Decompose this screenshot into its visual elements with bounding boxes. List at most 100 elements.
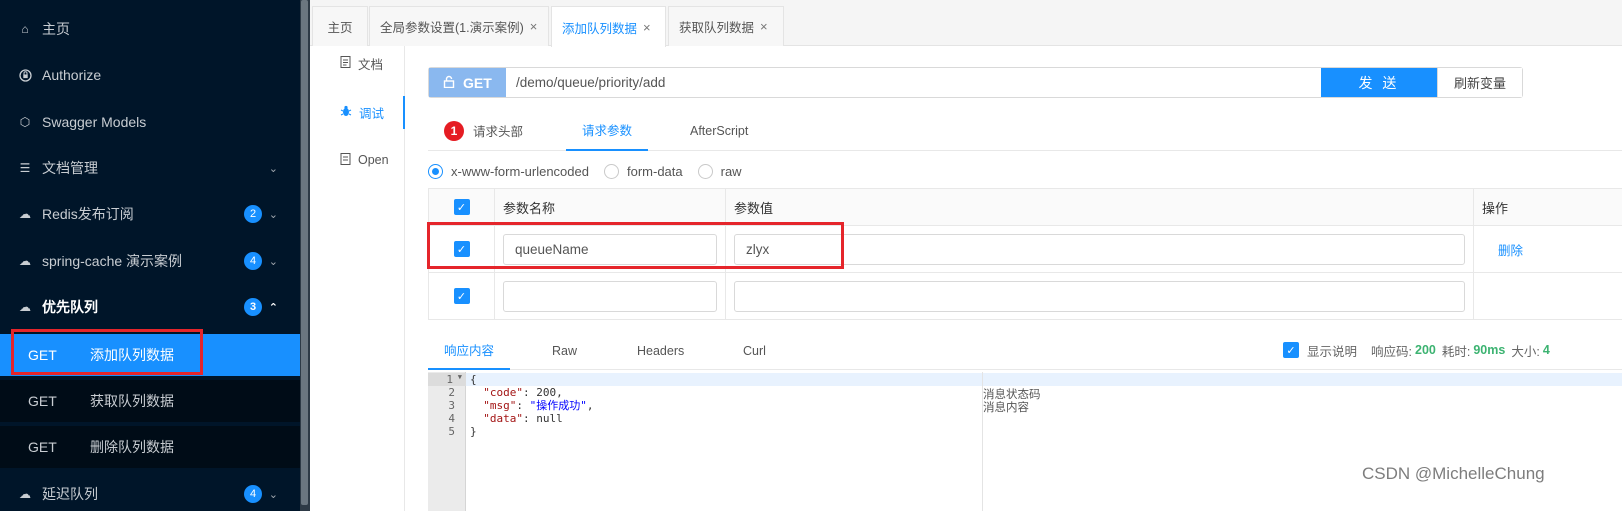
tab-after-script[interactable]: AfterScript	[690, 110, 748, 151]
open-icon	[340, 152, 351, 168]
sidebar-item-home[interactable]: ⌂ 主页	[0, 5, 300, 53]
subitem-label: 删除队列数据	[90, 439, 174, 455]
code-line: "code": 200,	[483, 386, 563, 399]
radio-raw[interactable]: raw	[697, 163, 742, 179]
refresh-variables-button[interactable]: 刷新变量	[1437, 68, 1522, 97]
cloud-icon: ☁	[19, 254, 31, 268]
tab-response-raw[interactable]: Raw	[552, 331, 577, 370]
row-checkbox-cell[interactable]: ✓	[429, 273, 495, 319]
doc-nav: 文档 调试 Open	[310, 46, 405, 511]
docnav-label: 文档	[358, 57, 384, 72]
checkbox[interactable]: ✓	[453, 241, 470, 257]
response-size-label: 大小:	[1511, 344, 1540, 359]
params-table: ✓ 参数名称 参数值 操作 ✓ queueName zlyx 删除 ✓	[428, 188, 1622, 320]
delete-link[interactable]: 删除	[1498, 240, 1523, 259]
tab-response-headers[interactable]: Headers	[637, 331, 684, 370]
tab-request-headers[interactable]: 1 请求头部	[444, 110, 523, 151]
header-param-name: 参数名称	[495, 189, 726, 225]
radio-form-data[interactable]: form-data	[603, 163, 683, 179]
value-cell	[726, 273, 1474, 319]
url-input[interactable]: /demo/queue/priority/add	[506, 68, 1321, 97]
sidebar-item-doc-management[interactable]: ☰ 文档管理 ⌄	[0, 144, 300, 192]
method-label: GET	[28, 393, 57, 409]
sidebar: ⌂ 主页 Authorize ⬡ Swagger Models ☰ 文档管理 ⌄…	[0, 0, 300, 511]
scrollbar-thumb[interactable]	[301, 0, 308, 505]
cloud-icon: ☁	[19, 300, 31, 314]
chevron-up-icon: ⌃	[268, 301, 278, 314]
tab-label: 响应内容	[444, 344, 495, 358]
sidebar-item-label: 文档管理	[42, 160, 98, 176]
line-number: 5	[448, 425, 455, 438]
chevron-down-icon: ⌄	[268, 488, 278, 501]
response-time-label: 耗时:	[1441, 344, 1471, 359]
sidebar-item-priority-queue[interactable]: ☁ 优先队列 3 ⌃	[0, 283, 300, 331]
sidebar-item-redis[interactable]: ☁ Redis发布订阅 2 ⌄	[0, 190, 300, 238]
tab-request-params[interactable]: 请求参数	[566, 110, 649, 151]
sidebar-item-label: spring-cache 演示案例	[42, 253, 183, 269]
comment-msg: 消息内容	[983, 402, 1029, 414]
docnav-doc[interactable]: 文档	[310, 48, 405, 78]
method-badge[interactable]: GET	[429, 68, 506, 97]
count-badge: 4	[244, 485, 262, 503]
radio-dot[interactable]	[603, 163, 619, 179]
sidebar-item-label: 延迟队列	[42, 486, 98, 502]
docnav-label: Open	[358, 153, 389, 167]
radio-dot[interactable]	[697, 163, 713, 179]
param-value-input[interactable]: zlyx	[734, 234, 1465, 265]
row-checkbox-cell[interactable]: ✓	[429, 226, 495, 272]
sidebar-subitem-delete[interactable]: GET 删除队列数据	[0, 426, 300, 468]
docnav-open[interactable]: Open	[310, 145, 405, 175]
param-value-input[interactable]	[734, 281, 1465, 312]
checkbox[interactable]: ✓	[453, 199, 470, 215]
table-row: ✓	[429, 273, 1622, 320]
cube-icon: ⬡	[19, 115, 31, 129]
watermark: CSDN @MichelleChung	[1362, 464, 1545, 483]
sidebar-subitem-add[interactable]: GET 添加队列数据	[0, 334, 300, 376]
value-cell: zlyx	[726, 226, 1474, 272]
sidebar-item-label: Authorize	[42, 67, 102, 83]
sidebar-scrollbar[interactable]	[300, 0, 310, 511]
header-param-value: 参数值	[726, 189, 1474, 225]
checkbox[interactable]: ✓	[453, 288, 470, 304]
tab-response-curl[interactable]: Curl	[743, 331, 766, 370]
code-line: "msg": "操作成功",	[483, 399, 594, 412]
tab-bar: 主页 全局参数设置(1.演示案例) × 添加队列数据 × 获取队列数据 ×	[310, 0, 1622, 47]
close-icon[interactable]: ×	[760, 19, 768, 34]
method-label: GET	[28, 347, 57, 363]
tab-label: 请求头部	[473, 125, 524, 139]
tab-home[interactable]: 主页	[312, 6, 368, 46]
tab-label: AfterScript	[690, 123, 749, 138]
docnav-debug[interactable]: 调试	[310, 96, 405, 129]
sidebar-item-delay-queue[interactable]: ☁ 延迟队列 4 ⌄	[0, 470, 300, 511]
radio-dot[interactable]	[428, 163, 443, 179]
param-name-input[interactable]	[503, 281, 717, 312]
subitem-label: 添加队列数据	[90, 347, 174, 363]
sidebar-subitem-get[interactable]: GET 获取队列数据	[0, 380, 300, 422]
header-action: 操作	[1482, 200, 1509, 216]
close-icon[interactable]: ×	[643, 20, 651, 35]
param-name-input[interactable]: queueName	[503, 234, 717, 265]
header-select-all[interactable]: ✓	[429, 189, 495, 225]
tab-add-queue-data[interactable]: 添加队列数据 ×	[551, 6, 666, 47]
tab-get-queue-data[interactable]: 获取队列数据 ×	[668, 6, 784, 46]
tab-label: 获取队列数据	[679, 21, 755, 35]
tab-global-params[interactable]: 全局参数设置(1.演示案例) ×	[369, 6, 549, 46]
close-icon[interactable]: ×	[530, 19, 538, 34]
chevron-down-icon: ⌄	[268, 208, 278, 221]
lock-icon	[18, 68, 32, 82]
count-badge: 4	[244, 252, 262, 270]
line-number: 1	[446, 373, 453, 386]
request-tabs: 1 请求头部 请求参数 AfterScript	[428, 110, 1622, 151]
sidebar-item-authorize[interactable]: Authorize	[0, 51, 300, 99]
fold-arrow-icon[interactable]: ▼	[458, 373, 462, 381]
sidebar-item-swagger-models[interactable]: ⬡ Swagger Models	[0, 98, 300, 146]
code-line: }	[470, 425, 477, 438]
response-size: 4	[1542, 343, 1550, 357]
show-desc-checkbox[interactable]: ✓	[1283, 342, 1299, 358]
tab-response-content[interactable]: 响应内容	[428, 331, 511, 370]
line-number: 3	[448, 399, 455, 412]
send-button[interactable]: 发 送	[1321, 68, 1437, 97]
radio-urlencoded[interactable]: x-www-form-urlencoded	[428, 163, 589, 179]
body-type-radios: x-www-form-urlencoded form-data raw	[428, 160, 757, 182]
sidebar-item-spring-cache[interactable]: ☁ spring-cache 演示案例 4 ⌄	[0, 237, 300, 285]
